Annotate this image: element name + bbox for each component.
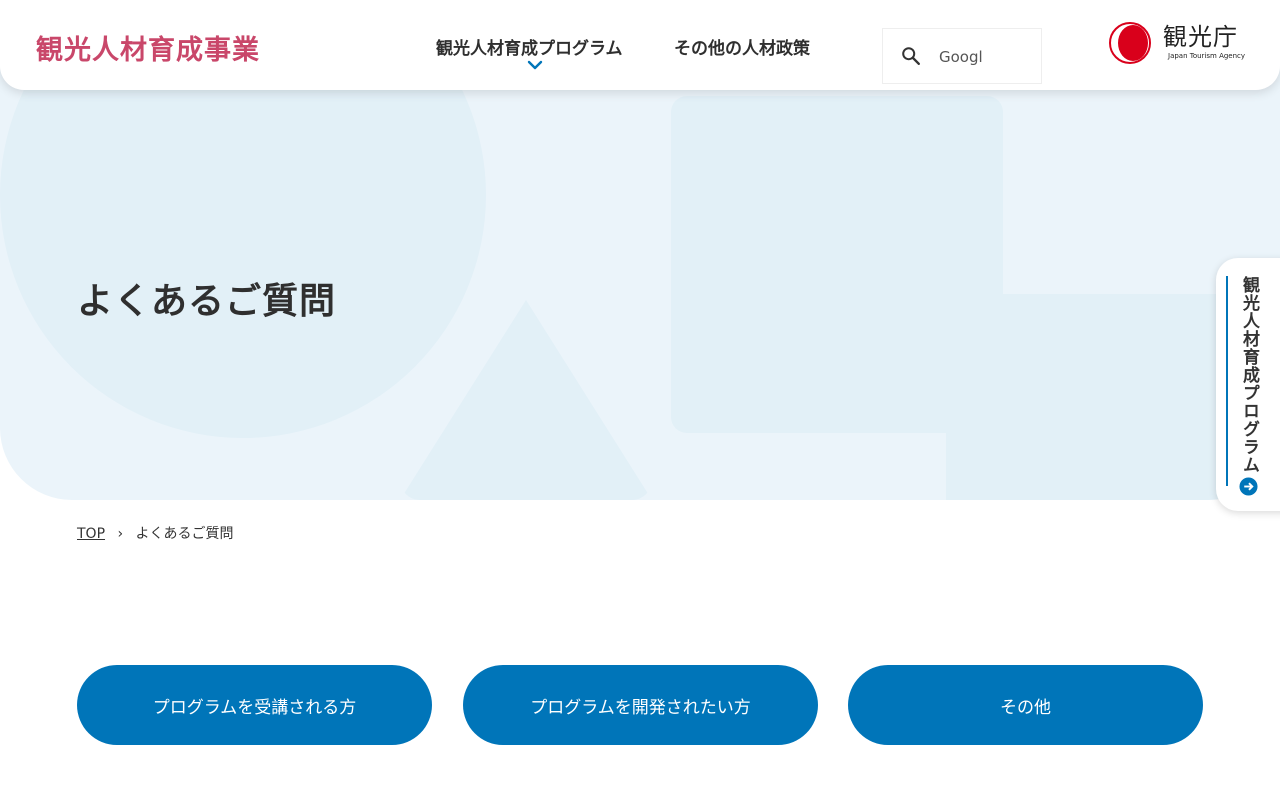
agency-emblem-icon (1109, 22, 1151, 64)
category-button-other[interactable]: その他 (848, 665, 1203, 745)
breadcrumb-current: よくあるご質問 (135, 526, 234, 542)
side-tab-label: 観光人材育成プログラム (1239, 276, 1259, 474)
search-box (882, 28, 1042, 84)
side-tab-program[interactable]: 観光人材育成プログラム (1216, 258, 1280, 511)
agency-subtitle: Japan Tourism Agency (1168, 52, 1246, 60)
breadcrumb-home-link[interactable]: TOP (77, 526, 105, 542)
chevron-down-icon (527, 60, 543, 70)
site-title-link[interactable]: 観光人材育成事業 (36, 28, 260, 67)
search-icon[interactable] (900, 45, 922, 67)
decorative-rectangle (946, 294, 1246, 500)
page-title: よくあるご質問 (77, 281, 337, 322)
site-header: 観光人材育成事業 観光人材育成プログラム その他の人材政策 観光庁 Japan … (0, 0, 1280, 90)
arrow-right-circle-icon (1239, 477, 1258, 496)
nav-item-program[interactable]: 観光人材育成プログラム (436, 34, 623, 59)
category-button-developers[interactable]: プログラムを開発されたい方 (463, 665, 818, 745)
agency-name: 観光庁 (1163, 23, 1238, 51)
agency-logo[interactable]: 観光庁 Japan Tourism Agency (1106, 22, 1246, 66)
search-input[interactable] (939, 45, 1037, 69)
chevron-right-icon: › (117, 526, 124, 542)
nav-item-other-policies[interactable]: その他の人材政策 (674, 34, 810, 59)
category-button-participants[interactable]: プログラムを受講される方 (77, 665, 432, 745)
side-tab-accent-bar (1226, 276, 1228, 486)
breadcrumb: TOP › よくあるご質問 (77, 523, 234, 543)
